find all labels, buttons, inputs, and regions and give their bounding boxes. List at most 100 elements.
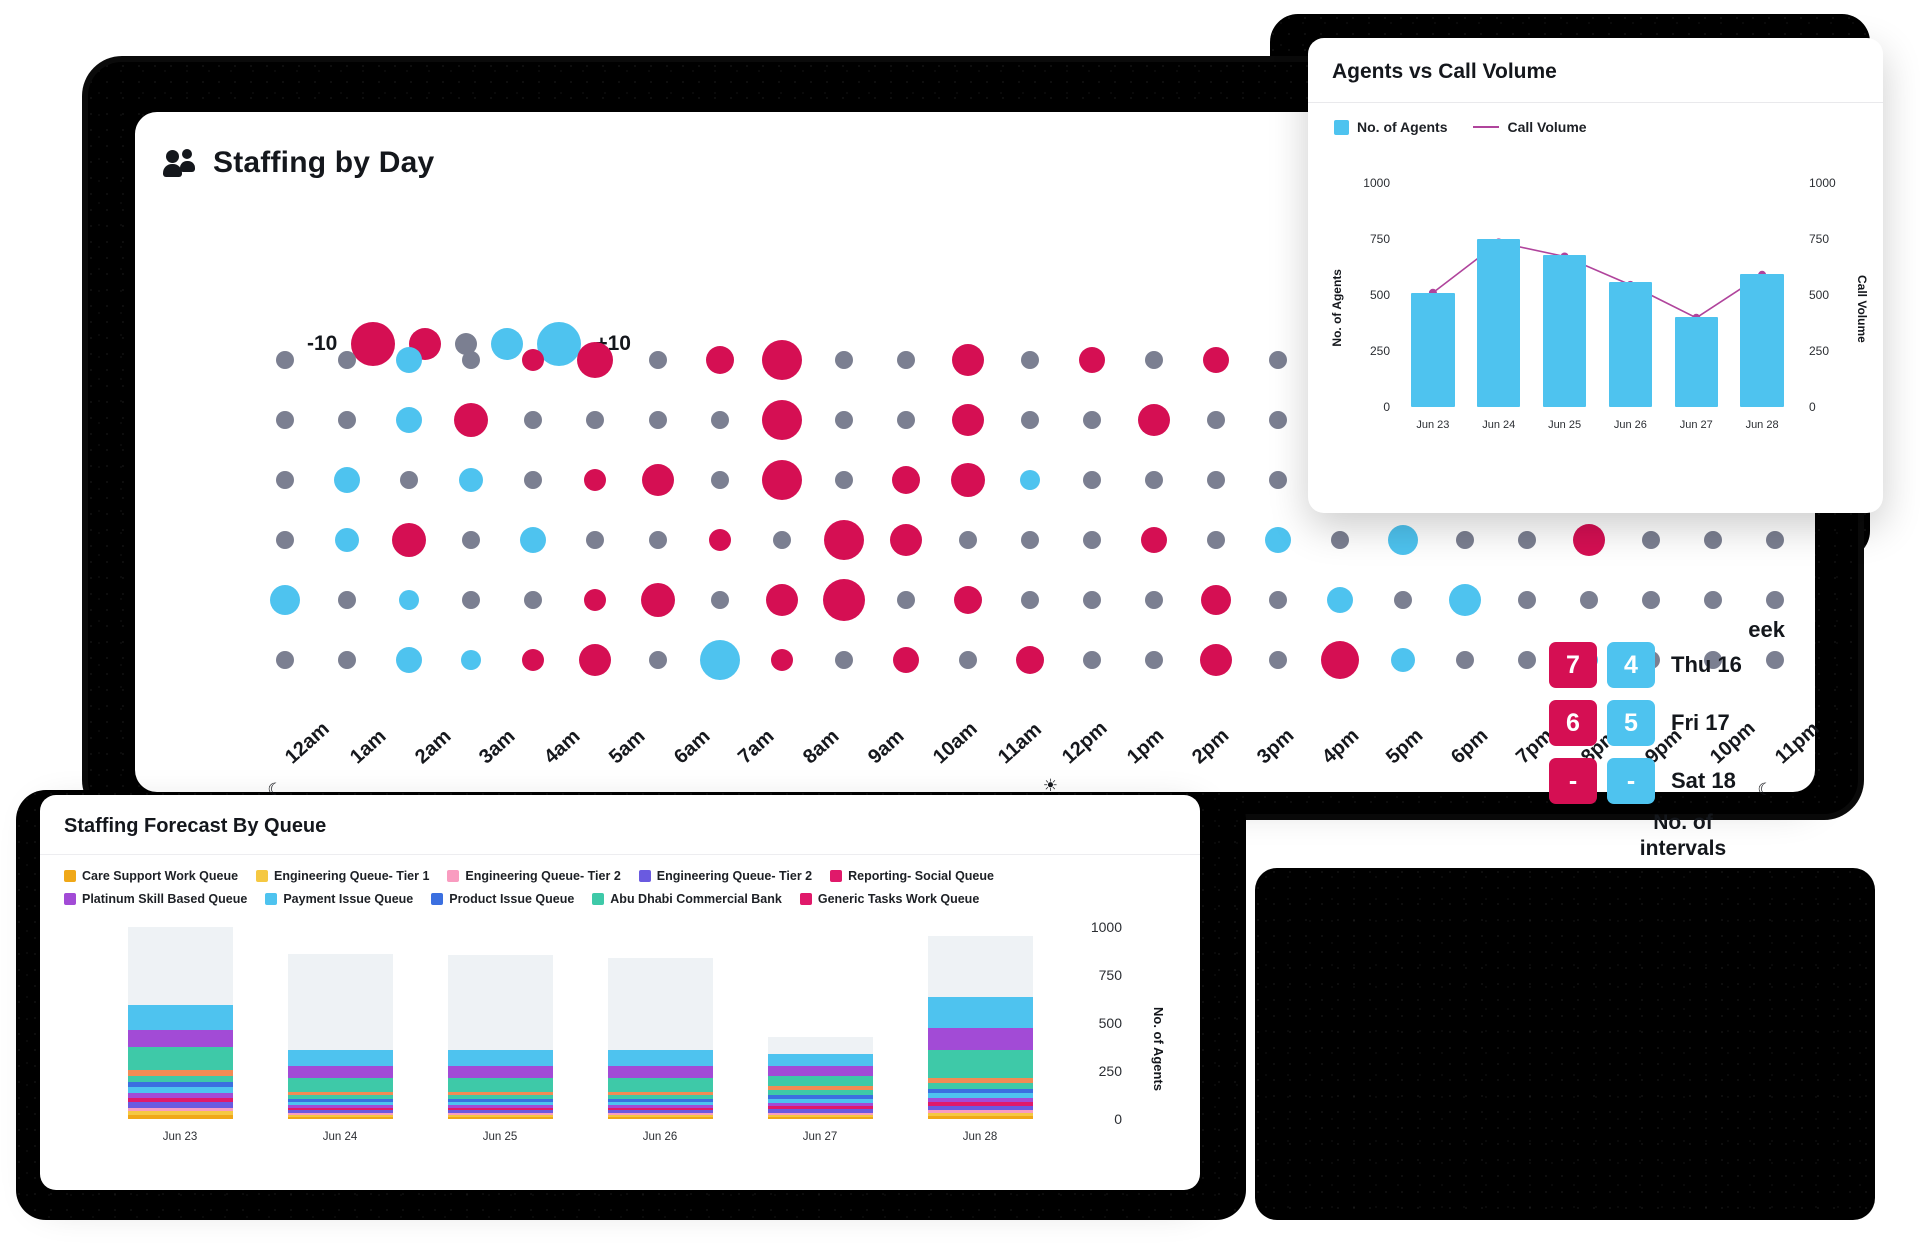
staffing-bubble[interactable]: [649, 531, 667, 549]
staffing-bubble[interactable]: [1021, 591, 1039, 609]
staffing-bubble[interactable]: [709, 529, 731, 551]
day-summary-row[interactable]: 74Thu 16: [1549, 642, 1779, 688]
staffing-bubble[interactable]: [462, 351, 480, 369]
staffing-bubble[interactable]: [520, 527, 546, 553]
staffing-bubble[interactable]: [1269, 411, 1287, 429]
staffing-bubble[interactable]: [706, 346, 734, 374]
day-summary-row[interactable]: 65Fri 17: [1549, 700, 1779, 746]
staffing-bubble[interactable]: [649, 351, 667, 369]
under-staffed-chip[interactable]: -: [1607, 758, 1655, 804]
staffing-bubble[interactable]: [1449, 584, 1481, 616]
under-staffed-chip[interactable]: 5: [1607, 700, 1655, 746]
staffing-bubble[interactable]: [1207, 411, 1225, 429]
staffing-bubble[interactable]: [649, 411, 667, 429]
staffing-bubble[interactable]: [1704, 591, 1722, 609]
staffing-bubble[interactable]: [823, 579, 865, 621]
staffing-bubble[interactable]: [1200, 644, 1232, 676]
staffing-bubble[interactable]: [1642, 591, 1660, 609]
staffing-bubble[interactable]: [952, 344, 984, 376]
forecast-legend-item[interactable]: Abu Dhabi Commercial Bank: [592, 892, 782, 906]
staffing-bubble[interactable]: [1207, 531, 1225, 549]
staffing-bubble[interactable]: [276, 351, 294, 369]
staffing-bubble[interactable]: [399, 590, 419, 610]
staffing-bubble[interactable]: [1518, 591, 1536, 609]
agents-bar[interactable]: [1543, 255, 1586, 407]
staffing-bubble[interactable]: [835, 411, 853, 429]
staffing-bubble[interactable]: [276, 411, 294, 429]
staffing-bubble[interactable]: [897, 411, 915, 429]
staffing-bubble[interactable]: [579, 644, 611, 676]
staffing-bubble[interactable]: [1456, 651, 1474, 669]
forecast-legend-item[interactable]: Platinum Skill Based Queue: [64, 892, 247, 906]
staffing-bubble[interactable]: [1269, 651, 1287, 669]
staffing-bubble[interactable]: [584, 469, 606, 491]
staffing-bubble[interactable]: [1145, 351, 1163, 369]
over-staffed-chip[interactable]: 6: [1549, 700, 1597, 746]
forecast-legend-item[interactable]: Generic Tasks Work Queue: [800, 892, 979, 906]
staffing-bubble[interactable]: [1207, 471, 1225, 489]
staffing-bubble[interactable]: [524, 471, 542, 489]
staffing-bubble[interactable]: [1201, 585, 1231, 615]
staffing-bubble[interactable]: [461, 650, 481, 670]
staffing-bubble[interactable]: [766, 584, 798, 616]
staffing-bubble[interactable]: [396, 347, 422, 373]
staffing-bubble[interactable]: [1580, 591, 1598, 609]
staffing-bubble[interactable]: [1394, 591, 1412, 609]
staffing-bubble[interactable]: [1083, 591, 1101, 609]
forecast-stacked-bar[interactable]: [928, 936, 1033, 1119]
staffing-bubble[interactable]: [338, 591, 356, 609]
staffing-bubble[interactable]: [892, 466, 920, 494]
staffing-bubble[interactable]: [641, 583, 675, 617]
staffing-bubble[interactable]: [959, 651, 977, 669]
staffing-bubble[interactable]: [1391, 648, 1415, 672]
forecast-stacked-bar[interactable]: [768, 1037, 873, 1119]
staffing-bubble[interactable]: [338, 351, 356, 369]
staffing-bubble[interactable]: [1083, 531, 1101, 549]
over-staffed-chip[interactable]: 7: [1549, 642, 1597, 688]
staffing-bubble[interactable]: [1518, 651, 1536, 669]
staffing-bubble[interactable]: [462, 531, 480, 549]
staffing-bubble[interactable]: [1083, 651, 1101, 669]
forecast-stacked-bar[interactable]: [608, 958, 713, 1119]
staffing-bubble[interactable]: [1388, 525, 1418, 555]
staffing-bubble[interactable]: [1704, 531, 1722, 549]
staffing-bubble[interactable]: [1642, 531, 1660, 549]
staffing-bubble[interactable]: [1518, 531, 1536, 549]
staffing-bubble[interactable]: [396, 647, 422, 673]
staffing-bubble[interactable]: [1456, 531, 1474, 549]
agents-bar[interactable]: [1609, 282, 1652, 407]
staffing-bubble[interactable]: [276, 651, 294, 669]
staffing-bubble[interactable]: [1021, 411, 1039, 429]
staffing-bubble[interactable]: [824, 520, 864, 560]
staffing-bubble[interactable]: [835, 351, 853, 369]
forecast-legend-item[interactable]: Engineering Queue- Tier 2: [447, 869, 620, 883]
agents-bar[interactable]: [1411, 293, 1454, 407]
staffing-bubble[interactable]: [1766, 531, 1784, 549]
staffing-bubble[interactable]: [1331, 531, 1349, 549]
staffing-bubble[interactable]: [897, 591, 915, 609]
staffing-bubble[interactable]: [1141, 527, 1167, 553]
staffing-bubble[interactable]: [711, 471, 729, 489]
staffing-bubble[interactable]: [396, 407, 422, 433]
staffing-bubble[interactable]: [1020, 470, 1040, 490]
staffing-bubble[interactable]: [522, 349, 544, 371]
staffing-bubble[interactable]: [1083, 471, 1101, 489]
staffing-bubble[interactable]: [338, 651, 356, 669]
staffing-bubble[interactable]: [711, 411, 729, 429]
agents-bar[interactable]: [1740, 274, 1783, 407]
staffing-bubble[interactable]: [276, 471, 294, 489]
staffing-bubble[interactable]: [1269, 351, 1287, 369]
agents-bar[interactable]: [1675, 317, 1718, 407]
staffing-bubble[interactable]: [1269, 471, 1287, 489]
staffing-bubble[interactable]: [524, 411, 542, 429]
staffing-bubble[interactable]: [1265, 527, 1291, 553]
staffing-bubble[interactable]: [700, 640, 740, 680]
staffing-bubble[interactable]: [711, 591, 729, 609]
legend-item-agents[interactable]: No. of Agents: [1334, 119, 1447, 135]
staffing-bubble[interactable]: [462, 591, 480, 609]
over-staffed-chip[interactable]: -: [1549, 758, 1597, 804]
forecast-legend-item[interactable]: Product Issue Queue: [431, 892, 574, 906]
staffing-bubble[interactable]: [954, 586, 982, 614]
staffing-bubble[interactable]: [524, 591, 542, 609]
staffing-bubble[interactable]: [897, 351, 915, 369]
